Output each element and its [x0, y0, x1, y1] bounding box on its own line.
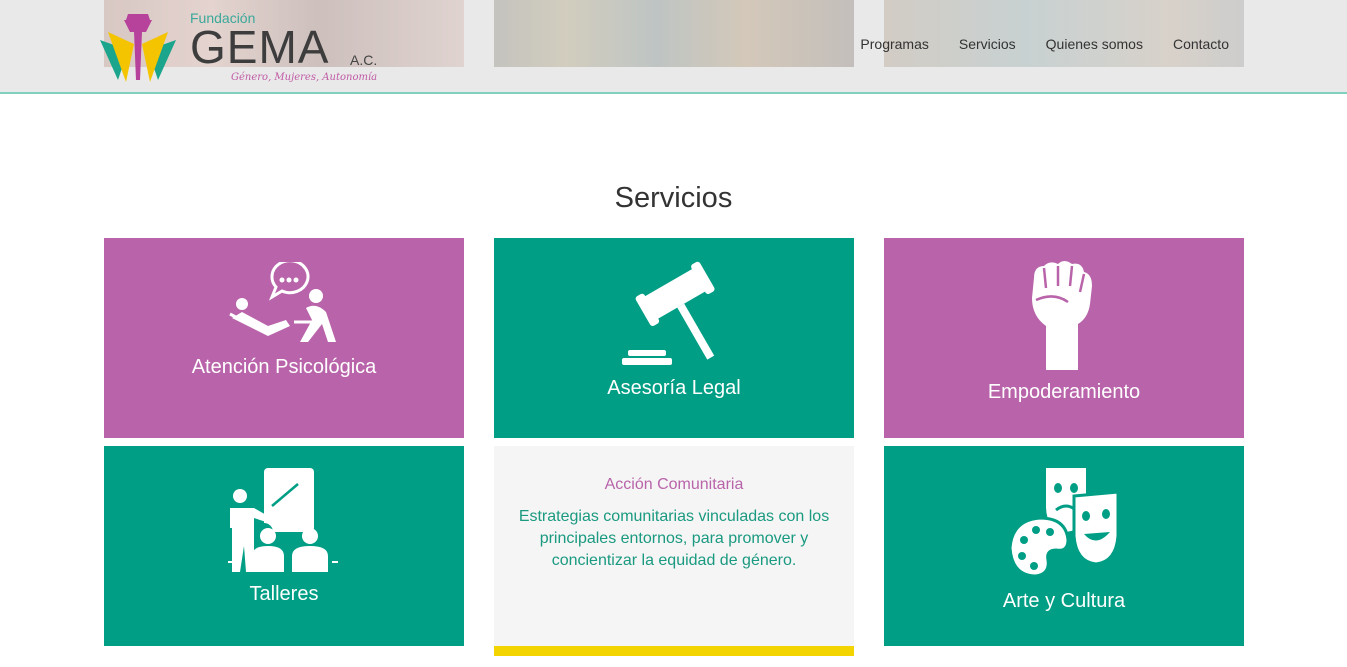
- section-title: Servicios: [614, 182, 733, 214]
- theater-masks-icon: [1008, 468, 1120, 578]
- raised-fist-icon: [1032, 261, 1092, 370]
- service-tile-atencion-psicologica[interactable]: Atención Psicológica: [104, 238, 464, 438]
- nav-programas[interactable]: Programas: [860, 36, 928, 52]
- tile-label: Empoderamiento: [987, 381, 1141, 403]
- card-description: Estrategias comunitarias vinculadas con …: [518, 508, 830, 569]
- nav-quienes-somos[interactable]: Quienes somos: [1046, 36, 1143, 52]
- tile-label: Atención Psicológica: [191, 356, 377, 378]
- service-card-accion-comunitaria: Acción Comunitaria Estrategias comunitar…: [494, 446, 854, 656]
- tile-label: Arte y Cultura: [1002, 590, 1126, 612]
- gema-logo-icon: [100, 14, 176, 82]
- nav-contacto[interactable]: Contacto: [1173, 36, 1229, 52]
- site-header: Fundación GEMA A.C. Género, Mujeres, Aut…: [0, 0, 1347, 94]
- therapy-icon: [229, 262, 336, 342]
- service-tile-asesoria-legal[interactable]: Asesoría Legal: [494, 238, 854, 438]
- main-nav: Programas Servicios Quienes somos Contac…: [860, 36, 1229, 52]
- logo-tagline: Género, Mujeres, Autonomía: [231, 72, 378, 83]
- nav-servicios[interactable]: Servicios: [959, 36, 1016, 52]
- logo[interactable]: Fundación GEMA A.C. Género, Mujeres, Aut…: [98, 6, 388, 88]
- tile-label: Asesoría Legal: [607, 377, 741, 399]
- logo-suffix: A.C.: [350, 52, 378, 68]
- card-accent-bar: [494, 646, 854, 656]
- logo-name: GEMA: [190, 21, 330, 73]
- card-title: Acción Comunitaria: [604, 476, 744, 493]
- workshop-icon: [228, 468, 338, 572]
- service-tile-empoderamiento[interactable]: Empoderamiento: [884, 238, 1244, 438]
- gavel-icon: [622, 261, 715, 365]
- service-tile-talleres[interactable]: Talleres: [104, 446, 464, 646]
- service-tile-arte-y-cultura[interactable]: Arte y Cultura: [884, 446, 1244, 646]
- tile-label: Talleres: [249, 583, 319, 605]
